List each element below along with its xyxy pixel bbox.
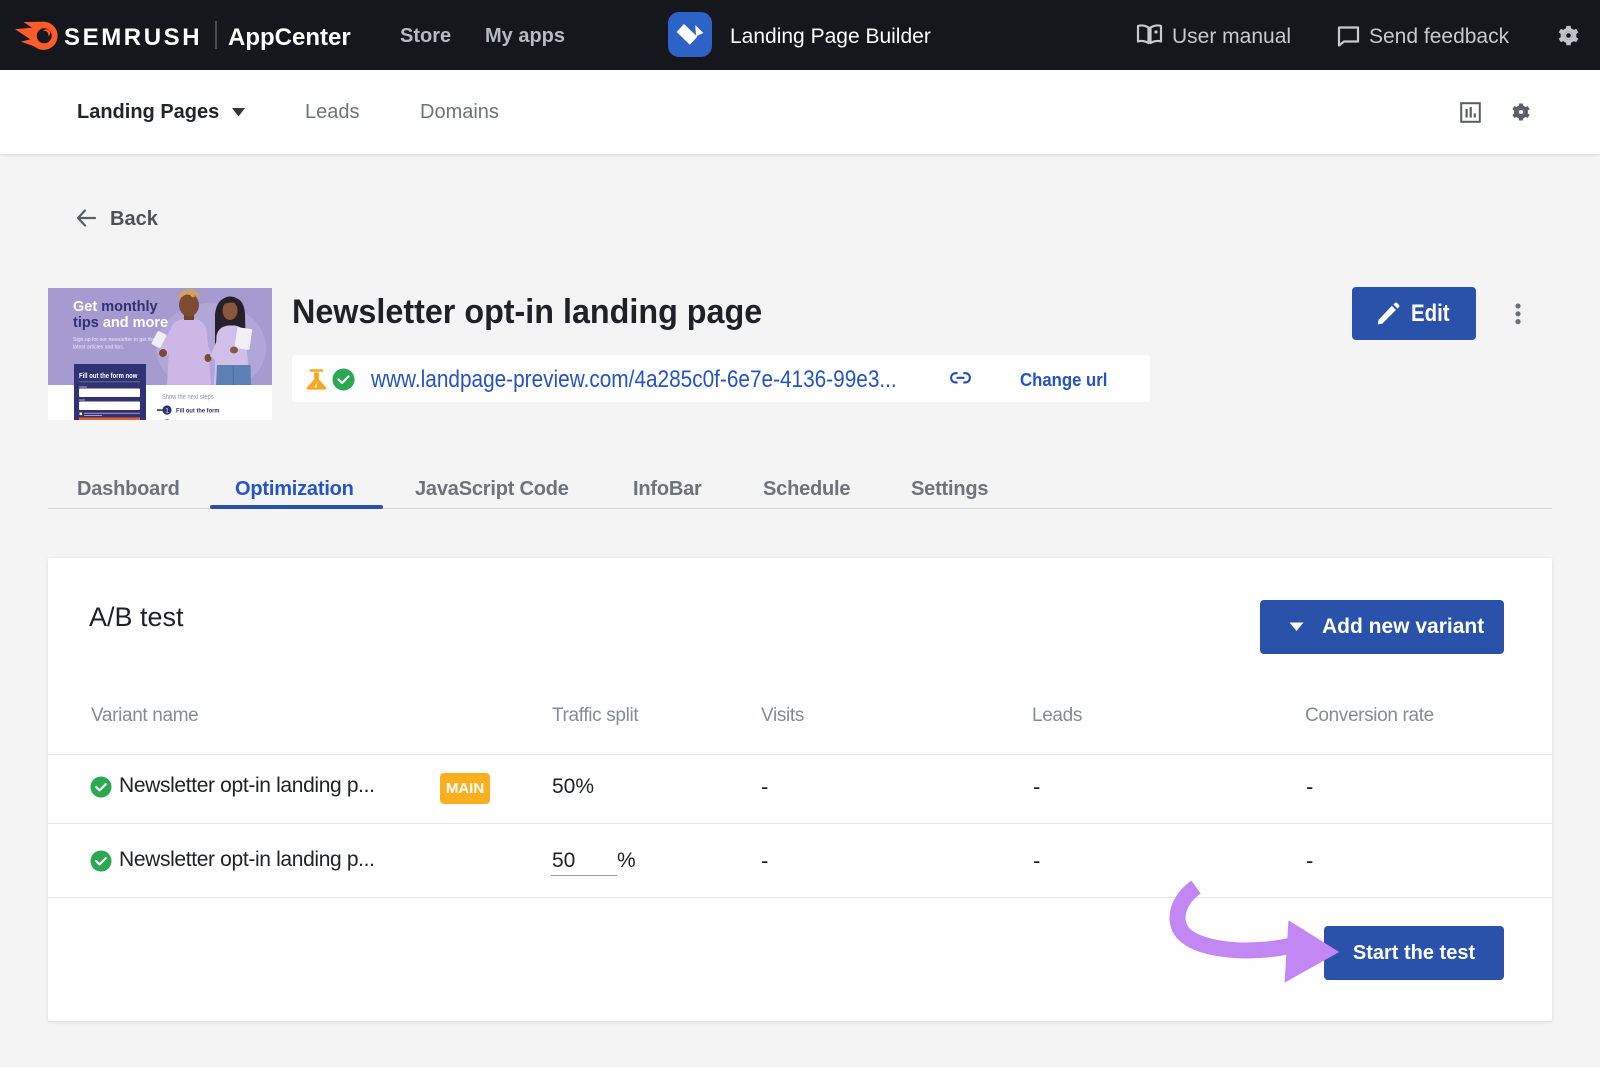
svg-text:Sign up for our newsletter to: Sign up for our newsletter to get the — [73, 337, 155, 343]
svg-text:Fill out the form: Fill out the form — [176, 407, 220, 414]
svg-text:Fill out the form now: Fill out the form now — [79, 373, 138, 381]
svg-text:Get monthly: Get monthly — [73, 299, 158, 315]
svg-text:latest articles and tips.: latest articles and tips. — [73, 345, 124, 351]
svg-text:Show the next steps: Show the next steps — [162, 394, 214, 402]
svg-text:tips and more: tips and more — [73, 315, 168, 331]
